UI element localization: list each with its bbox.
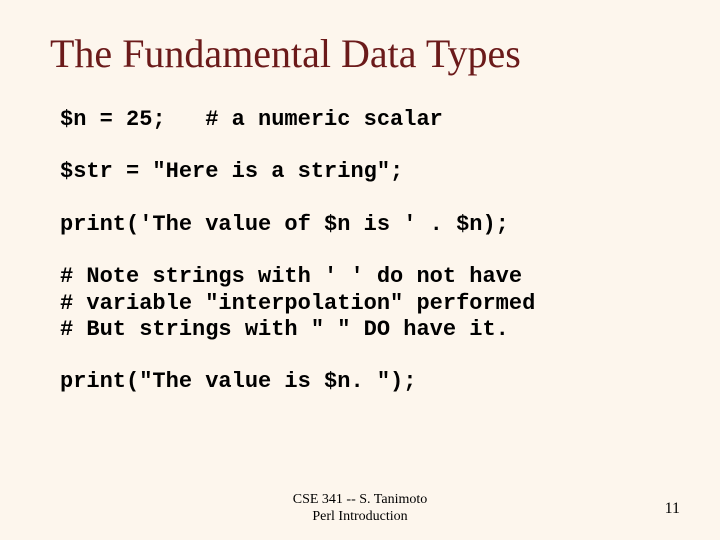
footer: CSE 341 -- S. Tanimoto Perl Introduction	[0, 492, 720, 526]
code-line: # Note strings with ' ' do not have	[60, 264, 660, 290]
footer-line-1: CSE 341 -- S. Tanimoto	[0, 492, 720, 509]
code-line: print('The value of $n is ' . $n);	[60, 212, 660, 238]
code-block-4: # Note strings with ' ' do not have # va…	[60, 264, 660, 343]
slide-title: The Fundamental Data Types	[50, 30, 660, 77]
code-block-5: print("The value is $n. ");	[60, 369, 660, 395]
footer-line-2: Perl Introduction	[0, 509, 720, 526]
slide: The Fundamental Data Types $n = 25; # a …	[0, 0, 720, 540]
code-block-3: print('The value of $n is ' . $n);	[60, 212, 660, 238]
code-block-2: $str = "Here is a string";	[60, 159, 660, 185]
code-block-1: $n = 25; # a numeric scalar	[60, 107, 660, 133]
code-line: $n = 25; # a numeric scalar	[60, 107, 660, 133]
code-line: # But strings with " " DO have it.	[60, 317, 660, 343]
code-line: # variable "interpolation" performed	[60, 291, 660, 317]
code-line: print("The value is $n. ");	[60, 369, 660, 395]
page-number: 11	[665, 500, 680, 518]
code-line: $str = "Here is a string";	[60, 159, 660, 185]
